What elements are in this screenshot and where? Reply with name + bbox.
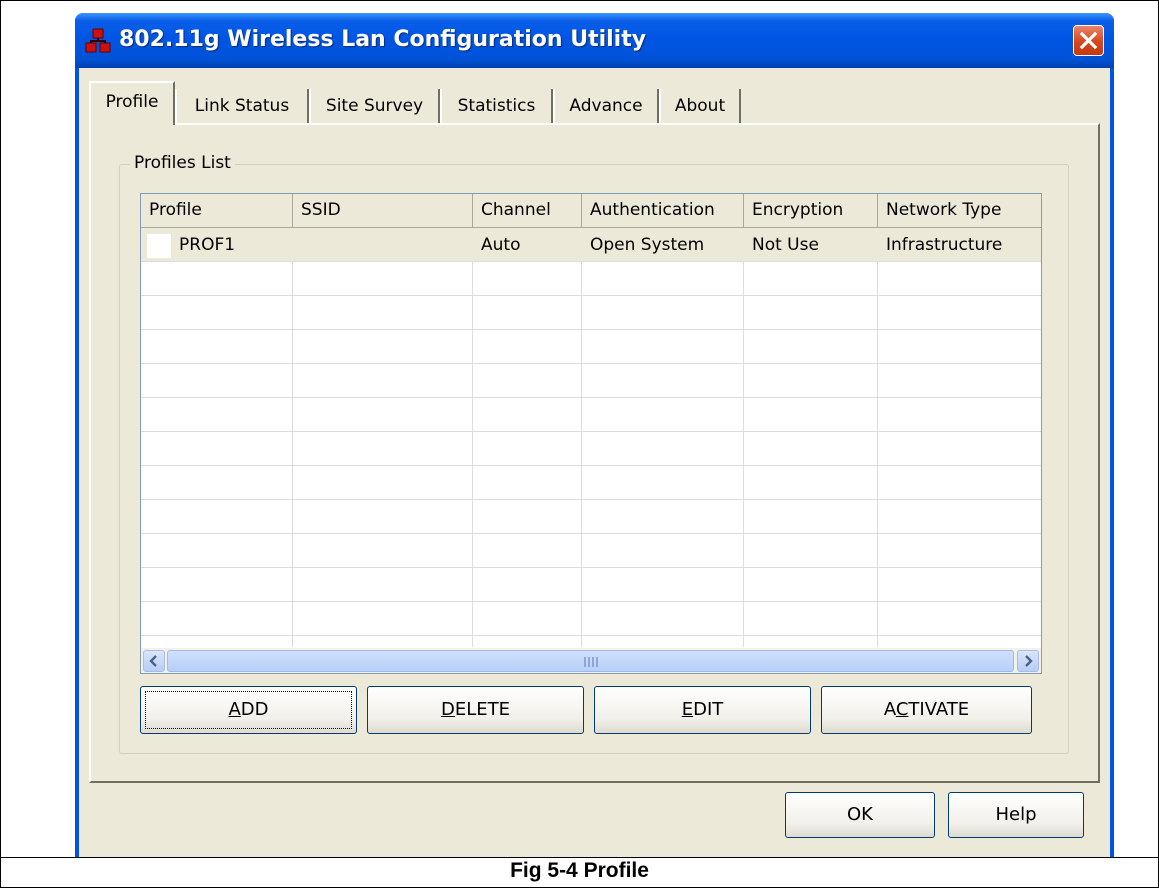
column-divider <box>472 262 473 648</box>
cell-encryption: Not Use <box>752 235 819 255</box>
figure-caption: Fig 5-4 Profile <box>510 859 649 882</box>
profiles-list-group: Profiles List Profile SSID Channel Authe… <box>119 153 1069 754</box>
column-header-ssid[interactable]: SSID <box>293 194 473 227</box>
help-button[interactable]: Help <box>948 792 1084 838</box>
activate-label-pre: A <box>883 699 896 720</box>
add-mnemonic: A <box>228 699 241 720</box>
window-title: 802.11g Wireless Lan Configuration Utili… <box>119 27 647 52</box>
title-bar[interactable]: 802.11g Wireless Lan Configuration Utili… <box>75 13 1114 68</box>
profile-tab-panel: Profiles List Profile SSID Channel Authe… <box>89 123 1100 783</box>
grip-icon <box>583 657 598 667</box>
empty-row <box>141 432 1041 466</box>
column-divider <box>581 262 582 648</box>
profiles-list-view[interactable]: Profile SSID Channel Authentication Encr… <box>140 193 1042 674</box>
edit-mnemonic: E <box>681 699 694 720</box>
empty-row <box>141 568 1041 602</box>
cell-profile: PROF1 <box>141 228 293 262</box>
empty-row <box>141 602 1041 636</box>
list-header: Profile SSID Channel Authentication Encr… <box>141 194 1041 228</box>
chevron-left-icon <box>149 655 157 667</box>
chevron-right-icon <box>1025 655 1033 667</box>
window-client-area: Profile Link Status Site Survey Statisti… <box>79 68 1110 858</box>
cell-authentication: Open System <box>590 235 705 255</box>
horizontal-scrollbar[interactable] <box>141 647 1041 673</box>
tab-profile[interactable]: Profile <box>89 81 175 125</box>
add-label-post: DD <box>240 699 269 720</box>
profiles-list-label: Profiles List <box>130 153 235 173</box>
column-header-profile[interactable]: Profile <box>141 194 293 227</box>
column-header-network-type[interactable]: Network Type <box>878 194 1041 227</box>
tab-about[interactable]: About <box>659 89 741 123</box>
cell-network-type: Infrastructure <box>886 235 1003 255</box>
tab-link-status[interactable]: Link Status <box>175 89 309 123</box>
cell-channel: Auto <box>481 235 521 255</box>
cell-ssid <box>293 228 473 262</box>
column-header-channel[interactable]: Channel <box>473 194 582 227</box>
network-icon <box>85 28 111 53</box>
empty-row <box>141 534 1041 568</box>
activate-label-post: TIVATE <box>908 699 970 720</box>
delete-mnemonic: D <box>440 699 455 720</box>
column-divider <box>292 262 293 648</box>
empty-row <box>141 466 1041 500</box>
empty-row <box>141 500 1041 534</box>
edit-label-post: DIT <box>693 699 724 720</box>
empty-row <box>141 296 1041 330</box>
column-header-encryption[interactable]: Encryption <box>744 194 878 227</box>
config-utility-window: 802.11g Wireless Lan Configuration Utili… <box>75 13 1114 858</box>
ok-button[interactable]: OK <box>785 792 935 838</box>
activate-mnemonic: C <box>895 699 909 720</box>
close-button[interactable] <box>1073 25 1104 56</box>
profile-name: PROF1 <box>179 235 236 255</box>
edit-button[interactable]: EDIT <box>594 686 811 734</box>
delete-label-post: ELETE <box>454 699 511 720</box>
delete-button[interactable]: DELETE <box>367 686 584 734</box>
activate-button[interactable]: ACTIVATE <box>821 686 1032 734</box>
row-status-box <box>147 234 171 258</box>
scroll-left-button[interactable] <box>143 650 165 672</box>
close-icon <box>1079 31 1098 50</box>
empty-row <box>141 262 1041 296</box>
tab-site-survey[interactable]: Site Survey <box>309 89 440 123</box>
add-button[interactable]: ADD <box>140 686 357 734</box>
empty-row <box>141 398 1041 432</box>
caption-divider <box>0 857 1159 858</box>
column-divider <box>877 262 878 648</box>
scroll-right-button[interactable] <box>1017 650 1039 672</box>
table-row[interactable]: PROF1 Auto Open System Not Use Infrastru… <box>141 228 1041 262</box>
empty-row <box>141 364 1041 398</box>
column-divider <box>743 262 744 648</box>
column-header-authentication[interactable]: Authentication <box>582 194 744 227</box>
tab-advance[interactable]: Advance <box>553 89 659 123</box>
scrollbar-thumb[interactable] <box>167 650 1014 672</box>
tab-statistics[interactable]: Statistics <box>440 89 553 123</box>
empty-row <box>141 330 1041 364</box>
